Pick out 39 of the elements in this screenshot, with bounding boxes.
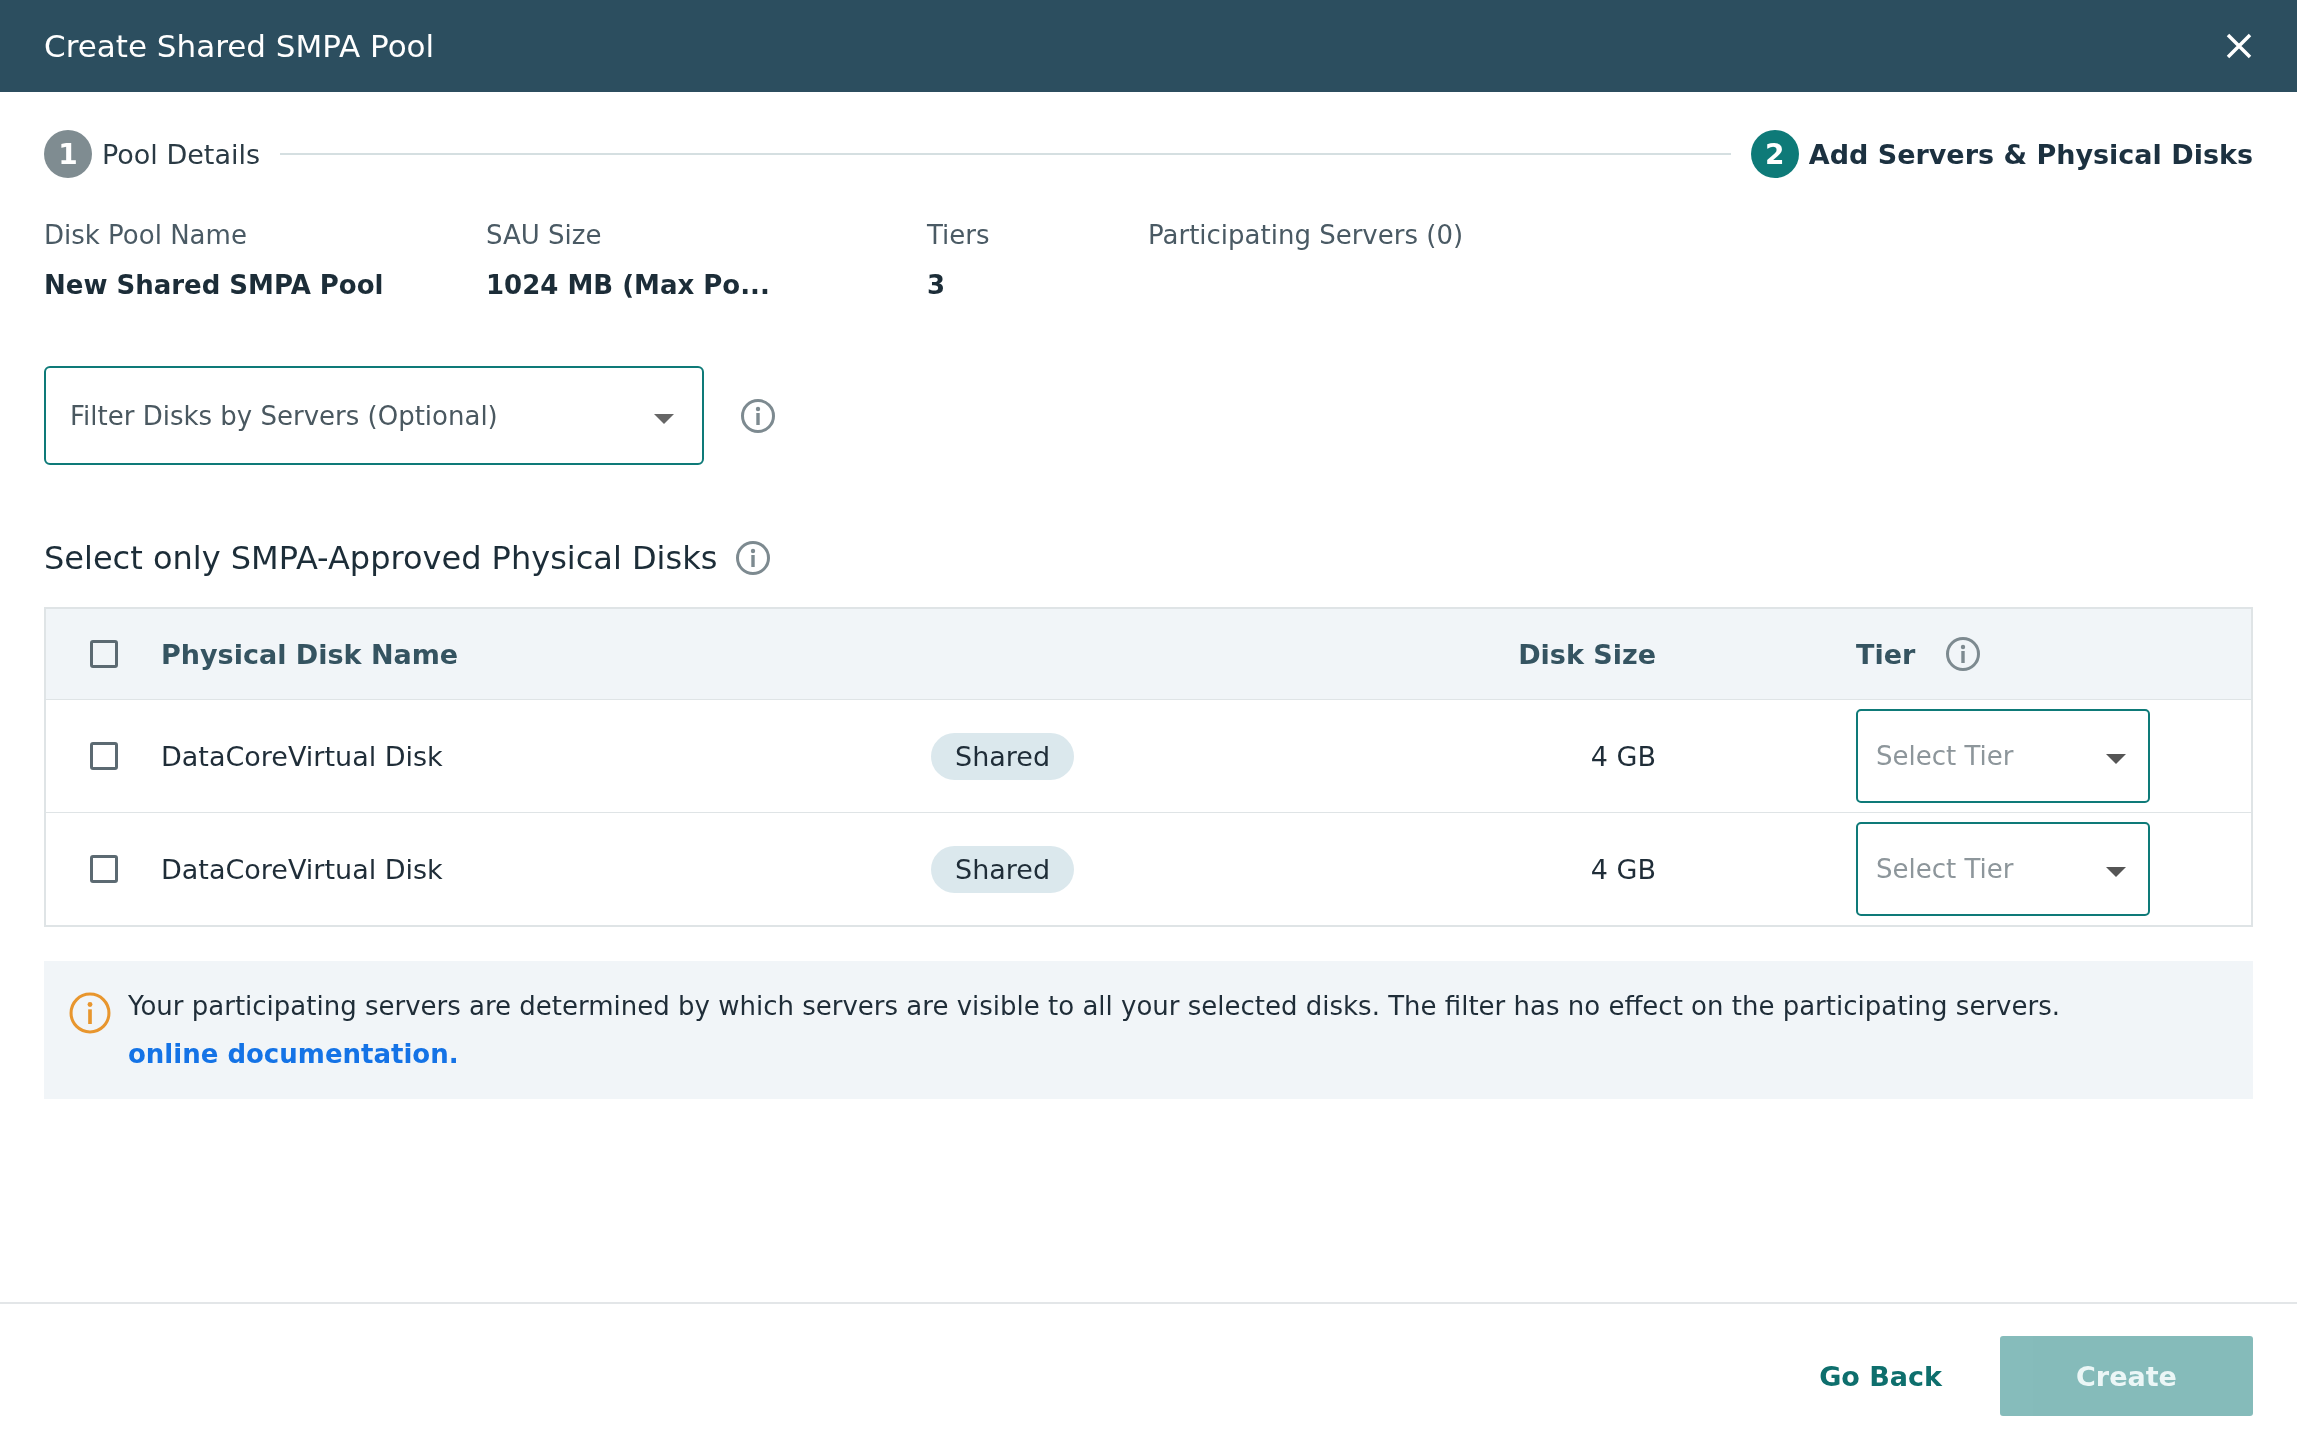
close-icon[interactable] bbox=[2225, 32, 2253, 60]
column-header: Tier bbox=[1856, 638, 1916, 670]
disk-size: 4 GB bbox=[1590, 740, 1656, 772]
column-header: Disk Size bbox=[1518, 638, 1656, 670]
step-label[interactable]: Add Servers & Physical Disks bbox=[1808, 138, 2253, 170]
row-checkbox[interactable] bbox=[90, 742, 118, 770]
step-number: 1 bbox=[44, 130, 92, 178]
documentation-link[interactable]: online documentation. bbox=[128, 1037, 459, 1071]
tier-dropdown[interactable]: Select Tier bbox=[1856, 709, 2150, 803]
caret-icon bbox=[2106, 867, 2126, 877]
detail-label: SAU Size bbox=[486, 220, 603, 250]
tier-dropdown[interactable]: Select Tier bbox=[1856, 822, 2150, 916]
detail-value: New Shared SMPA Pool bbox=[44, 270, 385, 300]
info-icon[interactable] bbox=[740, 397, 776, 434]
caret-icon bbox=[654, 413, 674, 424]
column-header: Physical Disk Name bbox=[161, 638, 459, 670]
row-checkbox[interactable] bbox=[90, 855, 118, 883]
info-icon[interactable] bbox=[1945, 636, 1982, 672]
info-icon bbox=[68, 991, 112, 1035]
info-icon[interactable] bbox=[735, 540, 772, 576]
step-label[interactable]: Pool Details bbox=[102, 138, 261, 170]
caret-icon bbox=[2106, 754, 2126, 764]
disk-size: 4 GB bbox=[1590, 853, 1656, 885]
detail-value: 1024 MB (Max Po... bbox=[486, 270, 771, 300]
filter-dropdown[interactable]: Filter Disks by Servers (Optional) bbox=[44, 366, 704, 465]
shared-tag: Shared bbox=[931, 732, 1075, 780]
disk-name: DataCoreVirtual Disk bbox=[161, 853, 443, 885]
step-number: 2 bbox=[1750, 130, 1799, 178]
notice-text: Your participating servers are determined by which servers are visible to all your selected disks. The filter has no effect on the participating servers. bbox=[128, 990, 2060, 1023]
detail-label: Participating Servers (0) bbox=[1148, 220, 1464, 250]
go-back-button[interactable]: Go Back bbox=[1819, 1350, 1942, 1402]
select-all-checkbox[interactable] bbox=[90, 640, 118, 668]
window-title: Create Shared SMPA Pool bbox=[44, 28, 435, 64]
detail-label: Disk Pool Name bbox=[44, 220, 248, 250]
detail-value: 3 bbox=[927, 270, 947, 300]
detail-label: Tiers bbox=[927, 220, 991, 250]
disk-name: DataCoreVirtual Disk bbox=[161, 740, 443, 772]
section-title: Select only SMPA-Approved Physical Disks bbox=[44, 539, 718, 577]
shared-tag: Shared bbox=[931, 845, 1075, 893]
